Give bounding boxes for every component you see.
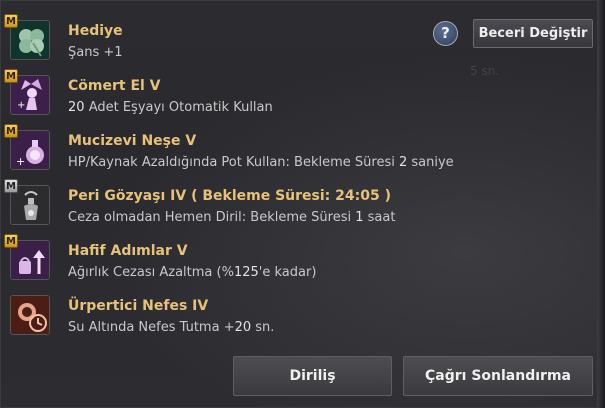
description-number: 20 bbox=[234, 320, 252, 335]
skill-name: Mucizevi Neşe V bbox=[68, 133, 197, 149]
description-text: HP/Kaynak Azaldığında Pot Kullan: Beklem… bbox=[68, 155, 395, 170]
end-call-button[interactable]: Çağrı Sonlandırma bbox=[403, 356, 593, 396]
skill-row-urpertici-nefes[interactable]: Ürpertici Nefes IV Su Altında Nefes Tutm… bbox=[0, 292, 590, 346]
revive-button[interactable]: Diriliş bbox=[233, 356, 392, 396]
skill-row-peri-gozyasi[interactable]: M Peri Gözyaşı IV ( Bekleme Süresi: 24:0… bbox=[0, 179, 590, 236]
breath-timer-icon bbox=[10, 295, 50, 335]
skill-name: Hafif Adımlar V bbox=[68, 243, 188, 259]
change-skill-button[interactable]: Beceri Değiştir bbox=[473, 19, 593, 48]
grade-badge: M bbox=[4, 234, 18, 248]
skill-name: Peri Gözyaşı IV ( Bekleme Süresi: 24:05 … bbox=[68, 188, 391, 204]
skill-name: Cömert El V bbox=[68, 78, 161, 94]
skill-row-hafif-adimlar[interactable]: M Hafif Adımlar V Ağırlık Cezası Azaltma… bbox=[0, 234, 590, 291]
description-text: Ağırlık Cezası Azaltma (% bbox=[68, 265, 234, 280]
description-tail: 'e kadar) bbox=[258, 265, 317, 280]
skill-row-mucizevi-nese[interactable]: + M Mucizevi Neşe V HP/Kaynak Azaldığınd… bbox=[0, 124, 590, 181]
skill-name: Ürpertici Nefes IV bbox=[68, 298, 209, 314]
skill-description: Şans +1 bbox=[68, 45, 123, 60]
description-number: 1 bbox=[355, 210, 364, 225]
skill-row-comert-el[interactable]: + M Cömert El V 20 Adet Eşyayı Otomatik … bbox=[0, 69, 590, 126]
description-text: Adet Eşyayı Otomatik Kullan bbox=[88, 100, 273, 115]
description-text: Ceza olmadan Hemen Diril: Bekleme Süresi bbox=[68, 210, 352, 225]
description-number: 125 bbox=[233, 265, 259, 280]
grade-badge: M bbox=[4, 14, 18, 28]
grade-badge: M bbox=[4, 124, 18, 138]
skill-name: Hediye bbox=[68, 23, 123, 39]
grade-badge: M bbox=[4, 179, 18, 193]
skill-description: Su Altında Nefes Tutma +20 sn. bbox=[68, 320, 274, 335]
description-tail: saniye bbox=[411, 155, 454, 170]
help-icon[interactable]: ? bbox=[433, 21, 458, 46]
description-text: Su Altında Nefes Tutma + bbox=[68, 320, 235, 335]
skill-description: Ağırlık Cezası Azaltma (%125'e kadar) bbox=[68, 265, 316, 280]
skill-description: HP/Kaynak Azaldığında Pot Kullan: Beklem… bbox=[68, 155, 454, 170]
description-tail: sn. bbox=[255, 320, 275, 335]
svg-text:+: + bbox=[16, 155, 25, 168]
skill-description: Ceza olmadan Hemen Diril: Bekleme Süresi… bbox=[68, 210, 395, 225]
svg-text:+: + bbox=[17, 100, 25, 111]
description-number: 2 bbox=[398, 155, 408, 170]
skill-description: 20 Adet Eşyayı Otomatik Kullan bbox=[68, 100, 273, 115]
panel-edge bbox=[598, 0, 605, 408]
grade-badge: M bbox=[4, 69, 18, 83]
description-number: 20 bbox=[68, 100, 85, 115]
description-tail: saat bbox=[367, 210, 396, 225]
